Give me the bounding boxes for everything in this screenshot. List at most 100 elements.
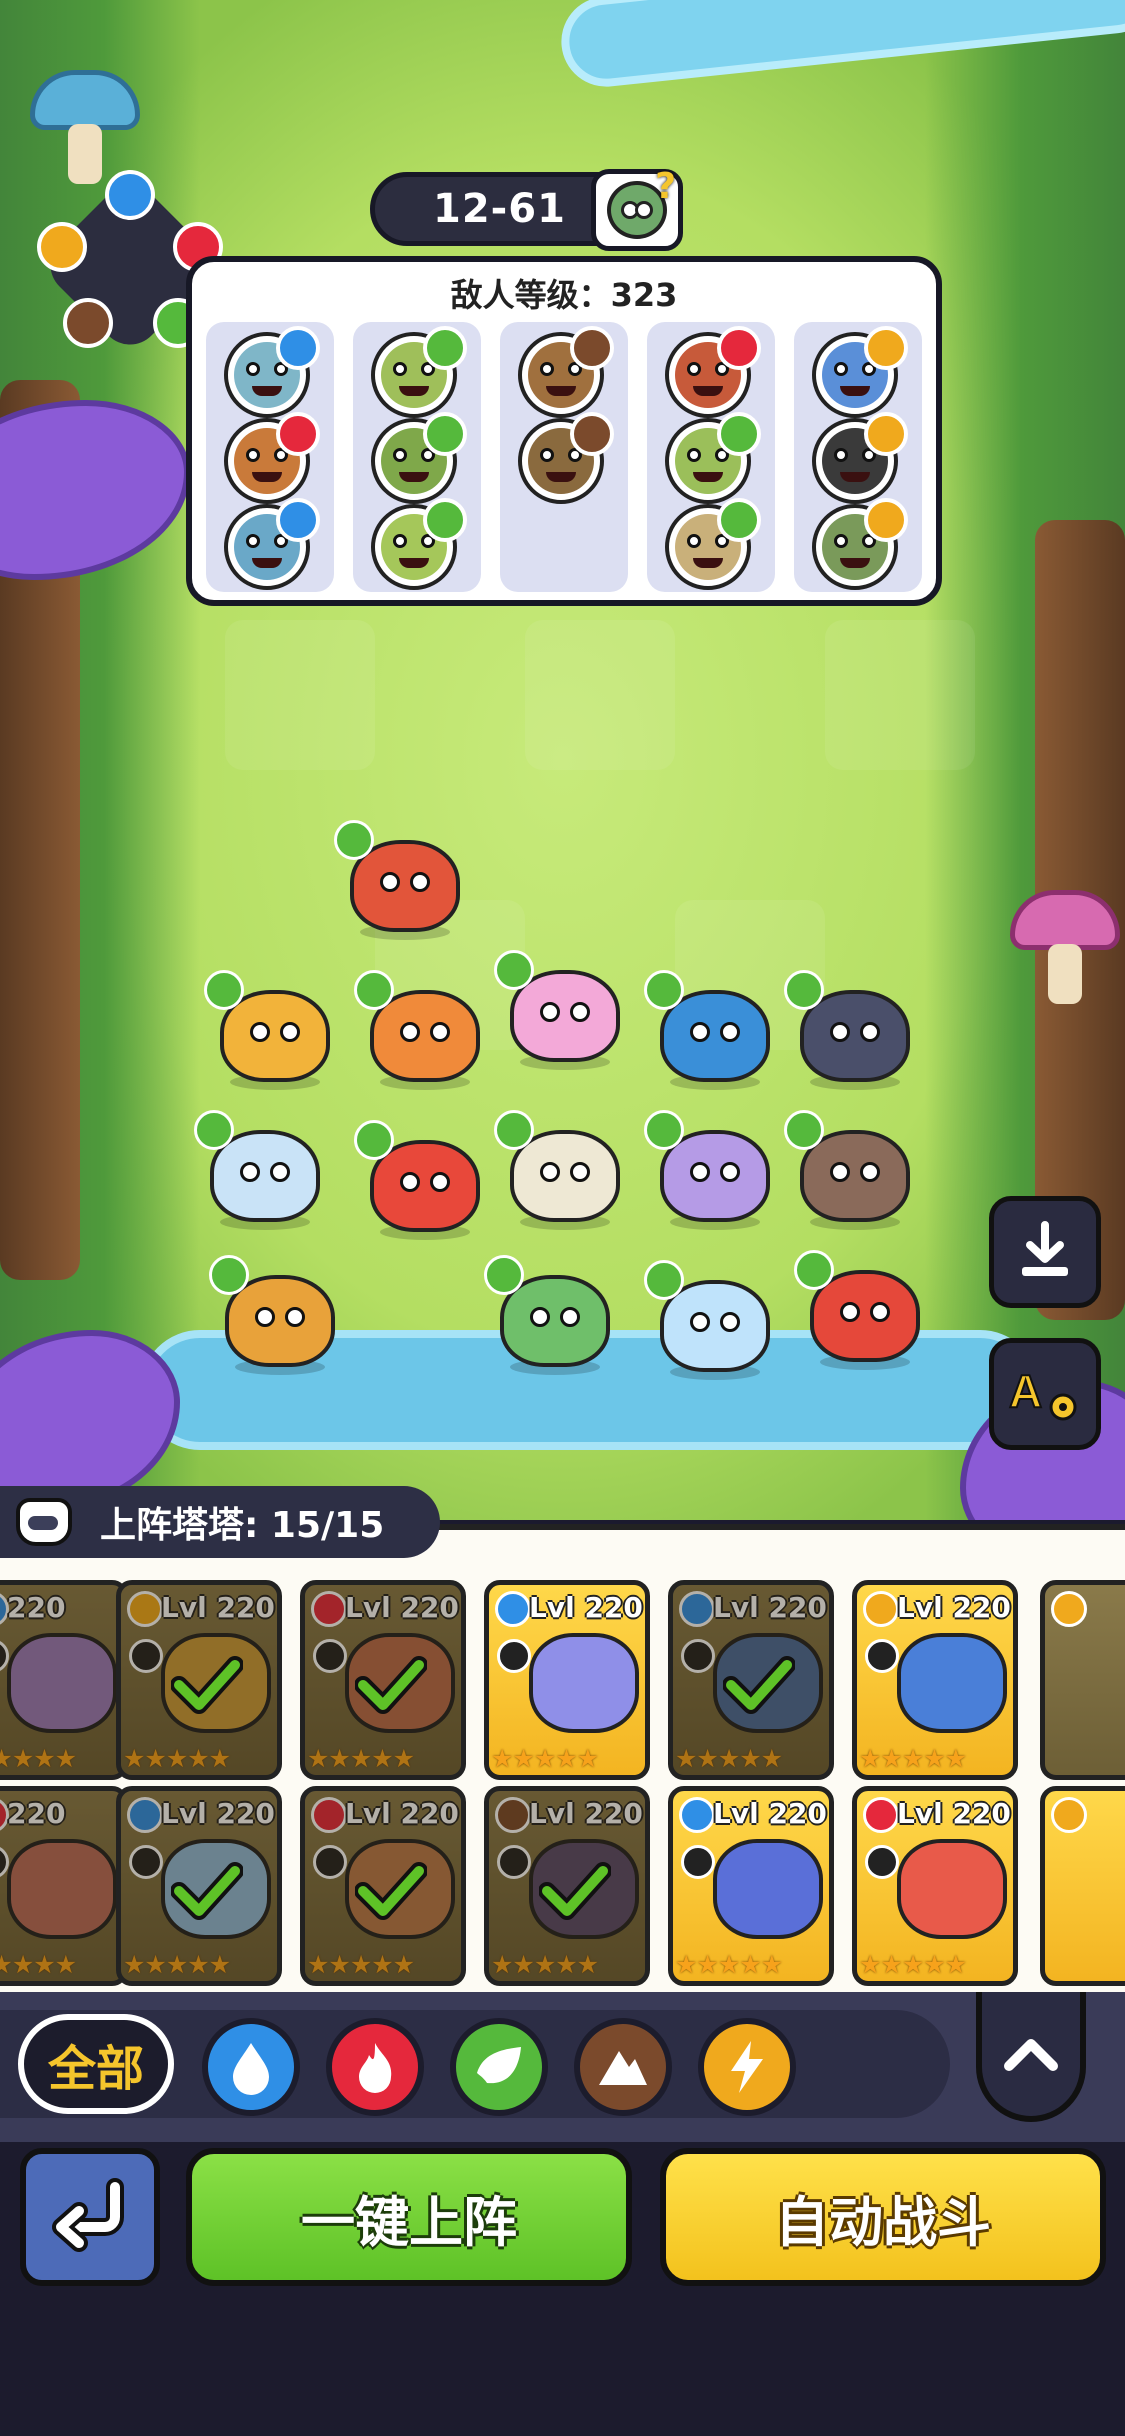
hero-portrait: [529, 1633, 639, 1733]
flame-icon: [359, 2043, 392, 2093]
leaf-icon: [423, 326, 467, 370]
leaf-icon: [717, 498, 761, 542]
earth-filter-button[interactable]: [574, 2018, 672, 2116]
plant-frog-hero[interactable]: [484, 1255, 620, 1375]
leaf-icon: [423, 412, 467, 456]
role-icon: [865, 1845, 899, 1879]
mountain-icon: [599, 2051, 647, 2085]
fire-dragon-hero[interactable]: [794, 1250, 930, 1370]
fire-icon: [863, 1797, 899, 1833]
check-icon: [355, 1656, 427, 1714]
water-spirit-hero[interactable]: [644, 1260, 780, 1380]
back-button[interactable]: [20, 2148, 160, 2286]
enemy-portrait: [371, 498, 467, 590]
bolt-filter-button[interactable]: [698, 2018, 796, 2116]
collapse-tray-button[interactable]: [976, 1992, 1086, 2122]
check-icon: [723, 1656, 795, 1714]
leaf-mark-icon: [494, 950, 534, 990]
mushroom-decor: [1010, 890, 1120, 1004]
role-icon: [681, 1845, 715, 1879]
enemy-column: [500, 322, 628, 592]
hero-card[interactable]: Lvl 220 ★★★★★: [668, 1786, 834, 1986]
enemy-portrait: [371, 326, 467, 418]
enemy-portrait: [665, 498, 761, 590]
auto-settings-button[interactable]: A: [989, 1338, 1101, 1450]
hero-portrait: [897, 1839, 1007, 1939]
leaf-mark-icon: [354, 1120, 394, 1160]
hero-card[interactable]: Lvl 220 ★★★★★: [484, 1580, 650, 1780]
water-drop-icon: [233, 2043, 269, 2095]
fire-icon: [276, 412, 320, 456]
lion-hero[interactable]: [204, 970, 340, 1090]
hero-card-tray[interactable]: 220★★★★★ Lvl 220 ★★★★★ Lvl 220 ★★★★★ Lvl 220 ★…: [0, 1524, 1125, 1992]
water-filter-button[interactable]: [202, 2018, 300, 2116]
rock-dino-hero[interactable]: [784, 970, 920, 1090]
hero-card[interactable]: Lvl 220 ★★★★★: [852, 1580, 1018, 1780]
enemy-portrait: [224, 326, 320, 418]
fox-hero[interactable]: [354, 1120, 490, 1240]
hero-card[interactable]: Lvl 220 ★★★★★: [668, 1580, 834, 1780]
stage-label: 12-61: [433, 186, 566, 232]
hero-card[interactable]: Lvl 220 ★★★★★: [300, 1580, 466, 1780]
earth-icon: [63, 298, 113, 348]
leaf-mark-icon: [204, 970, 244, 1010]
water-seal-hero[interactable]: [644, 970, 780, 1090]
check-icon: [539, 1862, 611, 1920]
leaf-filter-button[interactable]: [450, 2018, 548, 2116]
role-icon: [865, 1639, 899, 1673]
hero-card[interactable]: [1040, 1786, 1125, 1986]
hero-card[interactable]: Lvl 220 ★★★★★: [116, 1786, 282, 1986]
download-button[interactable]: [989, 1196, 1101, 1308]
ice-bear-hero[interactable]: [194, 1110, 330, 1230]
card-level: Lvl 220: [713, 1797, 827, 1830]
hero-card[interactable]: Lvl 220 ★★★★★: [484, 1786, 650, 1986]
hero-card[interactable]: Lvl 220 ★★★★★: [852, 1786, 1018, 1986]
filter-all-button[interactable]: 全部: [18, 2014, 174, 2114]
card-level: Lvl 220: [897, 1591, 1011, 1624]
star-rating: ★★★★★: [675, 1950, 783, 1979]
leaf-mark-icon: [794, 1250, 834, 1290]
card-level: Lvl 220: [529, 1591, 643, 1624]
hero-portrait: [713, 1839, 823, 1939]
lightning-icon: [731, 2041, 763, 2093]
enemy-panel: 敌人等级：323: [186, 256, 942, 606]
leaf-icon: [477, 2047, 521, 2084]
flower-fairy-hero[interactable]: [494, 950, 630, 1070]
star-rating: ★★★★★: [491, 1744, 599, 1773]
fire-dog-hero[interactable]: [334, 820, 470, 940]
check-icon: [171, 1656, 243, 1714]
leaf-mark-icon: [644, 970, 684, 1010]
monkey-hero[interactable]: [784, 1110, 920, 1230]
card-level: Lvl 220: [897, 1797, 1011, 1830]
leaf-mark-icon: [209, 1255, 249, 1295]
enemy-portrait: [812, 326, 908, 418]
hero-card[interactable]: 220★★★★★: [0, 1786, 128, 1986]
leaf-mark-icon: [644, 1260, 684, 1300]
bolt-icon: [864, 498, 908, 542]
fire-bird-hero[interactable]: [354, 970, 490, 1090]
leaf-mark-icon: [194, 1110, 234, 1150]
role-icon: [497, 1639, 531, 1673]
hero-card[interactable]: Lvl 220 ★★★★★: [300, 1786, 466, 1986]
deer-hero[interactable]: [209, 1255, 345, 1375]
enemy-column: [647, 322, 775, 592]
bolt-icon: [864, 326, 908, 370]
purple-cat-hero[interactable]: [644, 1110, 780, 1230]
bolt-icon: [37, 222, 87, 272]
hero-card[interactable]: [1040, 1580, 1125, 1780]
hero-card[interactable]: Lvl 220 ★★★★★: [116, 1580, 282, 1780]
cat-icon: [16, 1498, 72, 1546]
enemy-portrait: [518, 412, 614, 504]
auto-battle-button[interactable]: 自动战斗: [660, 2148, 1106, 2286]
one-click-deploy-button[interactable]: 一键上阵: [186, 2148, 632, 2286]
fire-icon: [717, 326, 761, 370]
zombie-question-icon[interactable]: ?: [591, 166, 683, 251]
leaf-mark-icon: [494, 1110, 534, 1150]
fire-filter-button[interactable]: [326, 2018, 424, 2116]
enemy-level-title: 敌人等级：323: [450, 276, 678, 314]
star-rating: ★★★★★: [859, 1950, 967, 1979]
hero-card[interactable]: 220★★★★★: [0, 1580, 128, 1780]
seed-hero[interactable]: [494, 1110, 630, 1230]
earth-icon: [570, 412, 614, 456]
mushroom-decor: [30, 70, 140, 184]
